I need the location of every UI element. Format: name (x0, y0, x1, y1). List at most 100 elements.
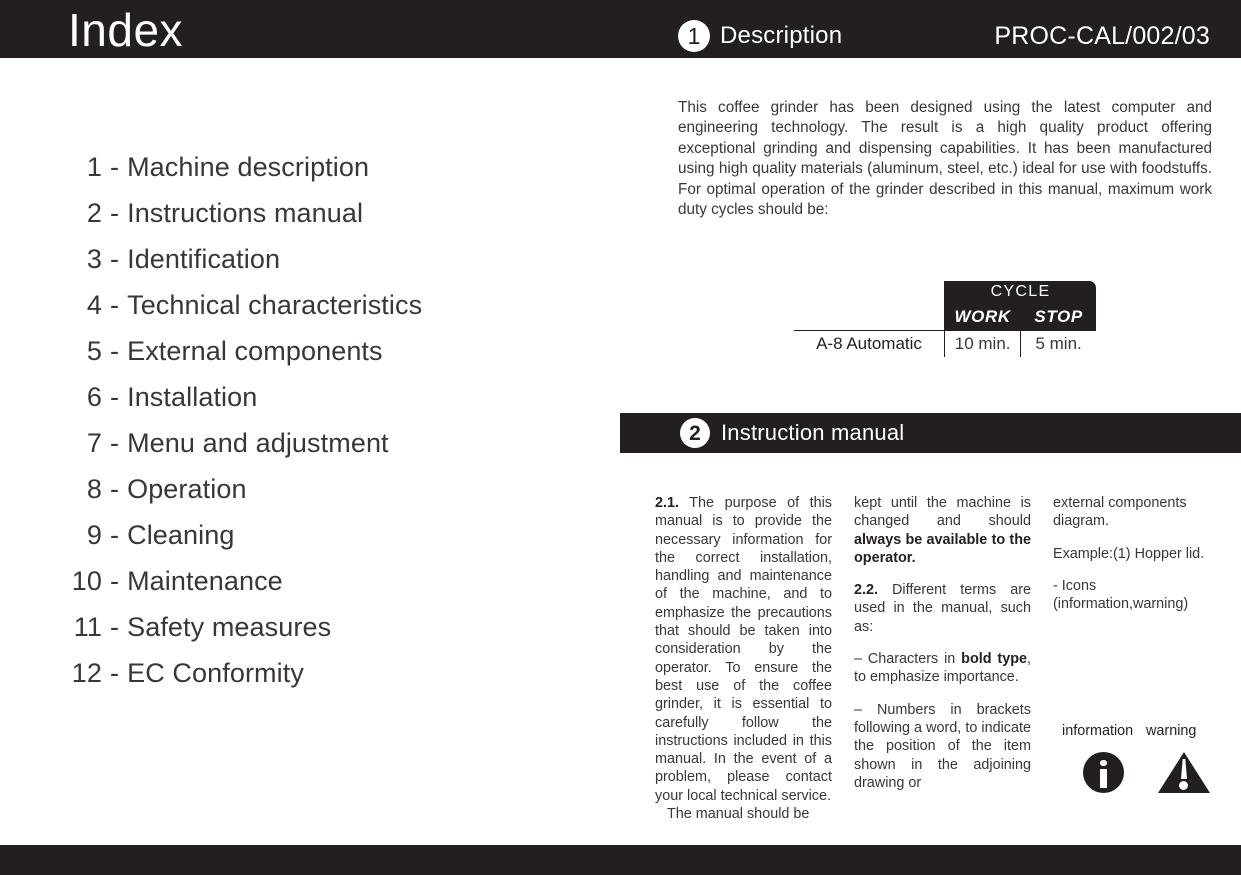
warning-icon-exclamation-dot (1179, 781, 1188, 790)
index-item-number: 7 (86, 428, 102, 458)
index-item-dash: - (110, 336, 120, 366)
index-item-number: 5 (86, 336, 102, 366)
paragraph-icons-label: - Icons (1053, 577, 1097, 594)
index-item-label: Safety measures (127, 612, 332, 642)
chapter-name-label: Description (720, 22, 843, 49)
information-icon-dot (1100, 759, 1107, 766)
index-item-dash: - (110, 474, 120, 504)
icon-legend-glyphs (1062, 752, 1222, 793)
index-item-number: 4 (86, 290, 102, 320)
index-item-number: 12 (71, 658, 102, 688)
paragraph-2-2: 2.2. Different terms are used in the man… (854, 581, 1031, 636)
table-subheader-stop: STOP (1020, 303, 1096, 331)
index-item[interactable]: 5 - External components (0, 336, 560, 382)
paragraph-bold-type: – Characters in bold type, to emphasize … (854, 650, 1031, 687)
table-row: A-8 Automatic 10 min. 5 min. (794, 330, 1096, 357)
index-item-number: 6 (86, 382, 102, 412)
index-item-label: Menu and adjustment (127, 428, 389, 458)
table-row: CYCLE (794, 281, 1096, 331)
description-section: This coffee grinder has been designed us… (678, 98, 1212, 220)
index-item[interactable]: 4 - Technical characteristics (0, 290, 560, 336)
section-banner-instruction-manual: 2 Instruction manual (620, 413, 1241, 453)
index-item-label: Cleaning (127, 520, 235, 550)
index-item[interactable]: 7 - Menu and adjustment (0, 428, 560, 474)
index-item[interactable]: 3 - Identification (0, 244, 560, 290)
index-item-number: 11 (73, 612, 102, 642)
icon-legend-labels: information warning (1062, 723, 1222, 739)
index-list: 1 - Machine description 2 - Instructions… (0, 152, 560, 704)
index-item-label: Identification (127, 244, 281, 274)
index-item-dash: - (110, 566, 120, 596)
paragraph-operator-pre: kept until the machine is changed and sh… (854, 495, 1031, 530)
index-item-number: 1 (86, 152, 102, 182)
paragraph-2-2-text: Different terms are used in the manual, … (854, 582, 1031, 635)
icon-legend: information warning (1062, 723, 1222, 793)
index-item-label: Instructions manual (127, 198, 364, 228)
section-number-badge: 2 (680, 418, 710, 448)
index-item[interactable]: 6 - Installation (0, 382, 560, 428)
paragraph-bold-type-bold: bold type (961, 651, 1027, 668)
index-item[interactable]: 12 - EC Conformity (0, 658, 560, 704)
table-cell-work: 10 min. (943, 330, 1022, 357)
index-item-dash: - (110, 658, 120, 688)
warning-icon (1158, 752, 1210, 793)
table-blank-corner (794, 281, 945, 331)
legend-label-information: information (1062, 723, 1134, 739)
index-item-label: Installation (127, 382, 258, 412)
top-header-bar: Index 1 Description PROC-CAL/002/03 (0, 0, 1241, 58)
body-column-2: kept until the machine is changed and sh… (854, 494, 1031, 837)
index-item[interactable]: 9 - Cleaning (0, 520, 560, 566)
information-icon (1083, 752, 1124, 793)
information-icon-slot (1062, 752, 1140, 793)
paragraph-operator-bold: always be available to the operator. (854, 531, 1031, 566)
index-item-dash: - (110, 244, 120, 274)
paragraph-manual-kept: The manual should be (667, 806, 810, 823)
index-item-label: Maintenance (127, 566, 283, 596)
table-subheader-work: WORK (943, 303, 1022, 331)
paragraph-external-diagram: external components diagram. (1053, 495, 1187, 530)
index-item-label: EC Conformity (127, 658, 304, 688)
index-item-number: 10 (71, 566, 102, 596)
index-item-label: Technical characteristics (127, 290, 423, 320)
information-icon-stem (1100, 768, 1107, 788)
paragraph-2-1-label: 2.1. (655, 495, 680, 511)
description-paragraph: This coffee grinder has been designed us… (678, 99, 1212, 219)
index-item-number: 2 (86, 198, 102, 228)
bottom-footer-bar (0, 845, 1241, 875)
paragraph-numbers-brackets: – Numbers in brackets following a word, … (854, 701, 1031, 791)
index-item-dash: - (110, 428, 120, 458)
index-item[interactable]: 11 - Safety measures (0, 612, 560, 658)
index-item-number: 3 (86, 244, 102, 274)
cycle-table: CYCLE WORK STOP A-8 Automatic 10 min. 5 … (792, 279, 1098, 359)
index-item-label: Machine description (127, 152, 370, 182)
paragraph-bold-type-pre: – Characters in (854, 651, 962, 668)
paragraph-2-1: 2.1. The purpose of this manual is to pr… (655, 494, 832, 805)
chapter-indicator: 1 Description (678, 20, 842, 52)
index-item-dash: - (110, 520, 120, 550)
index-item-dash: - (110, 382, 120, 412)
index-item-dash: - (110, 198, 120, 228)
section-title: Instruction manual (721, 420, 905, 445)
index-item-label: Operation (127, 474, 247, 504)
index-item[interactable]: 8 - Operation (0, 474, 560, 520)
document-code: PROC-CAL/002/03 (994, 22, 1210, 50)
index-item-dash: - (110, 290, 120, 320)
index-item-number: 8 (86, 474, 102, 504)
chapter-number-badge: 1 (678, 20, 710, 52)
paragraph-2-1-text: The purpose of this manual is to provide… (655, 495, 832, 804)
index-item-number: 9 (86, 520, 102, 550)
body-column-1: 2.1. The purpose of this manual is to pr… (655, 494, 832, 837)
table-group-header: CYCLE (944, 281, 1096, 304)
index-item[interactable]: 10 - Maintenance (0, 566, 560, 612)
index-item-dash: - (110, 152, 120, 182)
warning-icon-slot (1140, 752, 1222, 793)
table-cell-model: A-8 Automatic (794, 330, 945, 357)
index-item-dash: - (110, 612, 120, 642)
paragraph-icons-note: (information,warning) (1053, 596, 1189, 613)
index-item-label: External components (127, 336, 383, 366)
table-cell-stop: 5 min. (1020, 330, 1096, 357)
index-item[interactable]: 2 - Instructions manual (0, 198, 560, 244)
paragraph-operator-availability: kept until the machine is changed and sh… (854, 494, 1031, 567)
page-title: Index (68, 4, 184, 56)
index-item[interactable]: 1 - Machine description (0, 152, 560, 198)
